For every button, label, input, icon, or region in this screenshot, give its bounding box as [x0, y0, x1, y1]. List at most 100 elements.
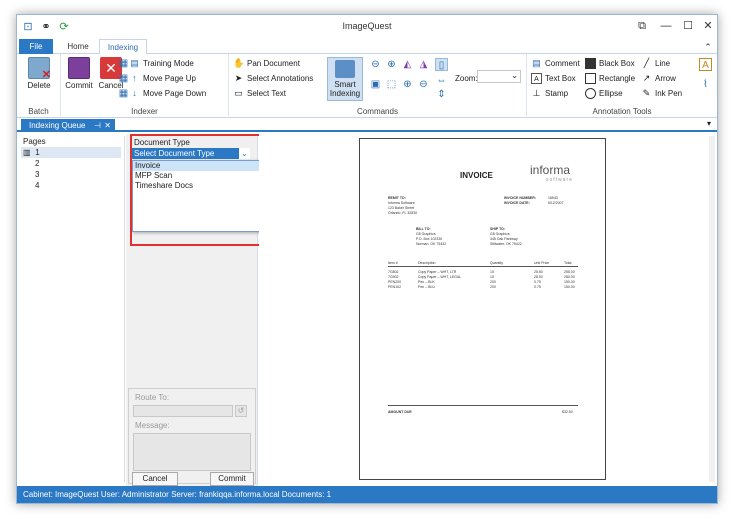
collapse-ribbon-icon[interactable]: ⌃ — [701, 40, 715, 54]
zoom-select[interactable]: ⌄ — [477, 70, 521, 83]
crop-icon[interactable]: ⬚ — [385, 78, 398, 91]
invoice-title: INVOICE — [460, 171, 493, 180]
pin-icon[interactable]: ⊣ — [94, 119, 101, 132]
arrow-icon: ↗ — [642, 73, 651, 84]
ribbon: ✕ Delete Batch Commit ✕ Cancel ▤ Training… — [17, 54, 717, 118]
tab-file[interactable]: File — [19, 39, 53, 54]
main-content: Pages ▥ 1 2 3 4 Document Type Select Doc… — [17, 134, 717, 486]
ellipse-icon — [585, 88, 596, 100]
page-item-1[interactable]: ▥ 1 — [21, 147, 121, 158]
panel-header: Indexing Queue ⊣ ✕ ▾ — [17, 119, 717, 132]
select-text-button[interactable]: ▭ Select Text — [233, 87, 286, 100]
panel-menu-icon[interactable]: ▾ — [707, 119, 711, 128]
table-rule — [388, 266, 578, 267]
commit-button[interactable]: Commit — [63, 57, 95, 90]
single-page-icon[interactable]: ▯ — [435, 58, 448, 71]
logo-subtitle: software — [546, 177, 573, 183]
line-button[interactable]: ╱ Line — [641, 57, 670, 70]
fit-width-icon[interactable]: ⇔ — [435, 74, 448, 87]
page-icon-3: ▦ — [118, 88, 129, 99]
flip-horizontal-icon[interactable]: ◭ — [401, 58, 414, 71]
black-box-icon — [585, 58, 596, 70]
minimize-icon[interactable]: — — [659, 19, 673, 33]
group-batch: ✕ Delete Batch — [17, 54, 61, 118]
ink-pen-button[interactable]: ✎ Ink Pen — [641, 87, 682, 100]
stamp-button[interactable]: ⊥ Stamp — [531, 87, 569, 100]
status-bar: Cabinet: ImageQuest User: Administrator … — [17, 486, 717, 503]
group-commands: ✋ Pan Document ➤ Select Annotations ▭ Selec… — [229, 54, 527, 118]
cancel-button[interactable]: Cancel — [132, 472, 178, 486]
select-annotations-button[interactable]: ➤ Select Annotations — [233, 72, 314, 85]
stamp-icon: ⊥ — [532, 88, 541, 99]
ribbon-tabs: File Home Indexing ⌃ — [17, 39, 717, 55]
page-item-4[interactable]: 4 — [35, 180, 39, 191]
line-icon: ╱ — [643, 58, 650, 69]
hand-icon: ✋ — [233, 58, 245, 69]
move-page-down-button[interactable]: ↓ Move Page Down — [129, 87, 206, 100]
tab-indexing[interactable]: Indexing — [99, 39, 147, 55]
page-item-2[interactable]: 2 — [35, 158, 39, 169]
pages-list: Pages ▥ 1 2 3 4 — [21, 136, 125, 482]
chevron-down-icon: ⌄ — [511, 71, 518, 80]
total-rule — [388, 405, 578, 406]
arrow-button[interactable]: ↗ Arrow — [641, 72, 676, 85]
forward-icon[interactable]: ⊕ — [385, 58, 398, 71]
ink-pen-icon: ✎ — [642, 88, 651, 99]
arrow-down-icon: ↓ — [132, 88, 137, 99]
message-label: Message: — [135, 421, 170, 430]
text-box-icon: A — [531, 73, 542, 85]
ellipse-button[interactable]: Ellipse — [585, 87, 623, 100]
route-select[interactable] — [133, 405, 233, 417]
training-icon: ▤ — [130, 58, 139, 69]
fit-icon[interactable]: ▣ — [369, 78, 382, 91]
comment-button[interactable]: ▤ Comment — [531, 57, 579, 70]
back-icon[interactable]: ⊖ — [369, 58, 382, 71]
page-item-3[interactable]: 3 — [35, 169, 39, 180]
maximize-icon[interactable]: ☐ — [681, 19, 695, 33]
highlight-icon[interactable]: A — [699, 58, 712, 71]
window-title: ImageQuest — [342, 21, 392, 31]
comment-icon: ▤ — [532, 58, 541, 69]
close-icon[interactable]: ✕ — [701, 19, 715, 33]
smart-indexing-button[interactable]: Smart Indexing — [327, 57, 363, 101]
arrow-up-icon: ↑ — [132, 73, 137, 84]
page-thumb-icon: ▥ — [23, 148, 31, 157]
move-page-up-button[interactable]: ↑ Move Page Up — [129, 72, 196, 85]
training-mode-button[interactable]: ▤ Training Mode — [129, 57, 194, 70]
zoom-label: Zoom: — [455, 74, 478, 83]
zoom-out-icon[interactable]: ⊖ — [417, 78, 430, 91]
restore-icon[interactable]: ⧉ — [635, 19, 649, 33]
black-box-button[interactable]: Black Box — [585, 57, 635, 70]
informa-logo: informa — [530, 163, 571, 177]
delete-icon: ✕ — [28, 57, 51, 81]
attach-icon[interactable]: ⌇ — [699, 78, 712, 91]
pages-header: Pages — [23, 137, 46, 146]
route-refresh-icon[interactable]: ↺ — [235, 405, 247, 417]
zoom-in-icon[interactable]: ⊕ — [401, 78, 414, 91]
delete-button[interactable]: ✕ Delete — [23, 57, 55, 90]
route-label: Route To: — [135, 393, 170, 402]
pointer-icon: ➤ — [234, 73, 243, 84]
invoice-page: INVOICE informa software REMIT TO: Infor… — [359, 138, 606, 480]
flip-vertical-icon[interactable]: ◮ — [417, 58, 430, 71]
fit-height-icon[interactable]: ⇕ — [435, 88, 448, 101]
commit-form-button[interactable]: Commit — [210, 472, 254, 486]
page-icon-1: ▦ — [118, 58, 129, 69]
text-box-button[interactable]: A Text Box — [531, 72, 576, 85]
page-icon-2: ▦ — [118, 73, 129, 84]
close-panel-icon[interactable]: ✕ — [104, 119, 111, 132]
viewer-scrollbar[interactable] — [709, 136, 715, 482]
message-input[interactable] — [133, 433, 251, 471]
rectangle-icon — [585, 73, 596, 85]
group-annotation-tools: ▤ Comment A Text Box ⊥ Stamp Black Box Rect… — [527, 54, 717, 118]
tab-indexing-queue[interactable]: Indexing Queue ⊣ ✕ — [21, 119, 115, 132]
rectangle-button[interactable]: Rectangle — [585, 72, 635, 85]
text-select-icon: ▭ — [234, 88, 243, 99]
document-viewer[interactable]: INVOICE informa software REMIT TO: Infor… — [259, 134, 717, 486]
pan-document-button[interactable]: ✋ Pan Document — [233, 57, 300, 70]
route-section: Route To: ↺ Message: — [128, 388, 256, 484]
title-bar: ⊡ ⚭ ⟳ ImageQuest ⧉ — ☐ ✕ — [17, 15, 717, 39]
tab-home[interactable]: Home — [61, 39, 95, 54]
smart-indexing-icon — [335, 60, 355, 78]
commit-icon — [68, 57, 90, 79]
